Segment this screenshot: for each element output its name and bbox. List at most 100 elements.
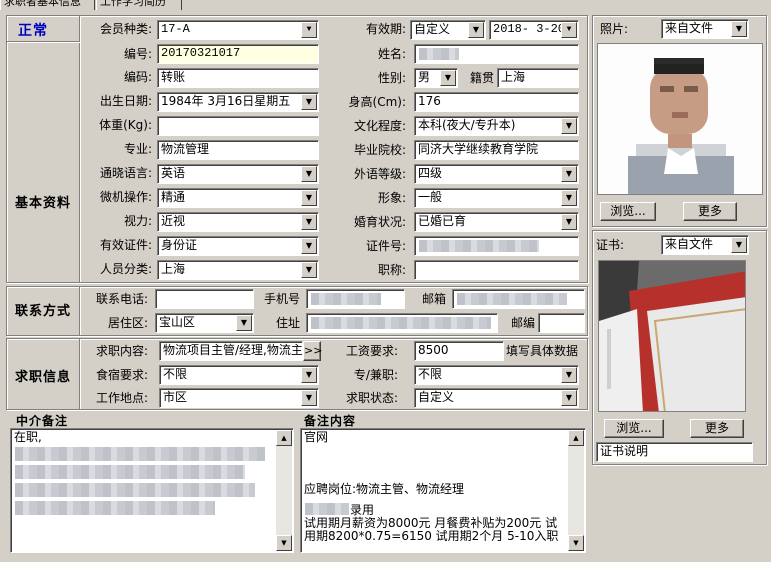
marital-select[interactable]: 已婚已育 ▼ [414, 212, 579, 232]
chevron-down-icon[interactable]: ▼ [301, 166, 317, 182]
language-select[interactable]: 英语 ▼ [157, 164, 319, 184]
scroll-down-icon[interactable]: ▼ [568, 535, 584, 551]
cert-browse-button[interactable]: 浏览... [604, 419, 664, 438]
valid-period-label: 有效期: [365, 22, 406, 36]
cert-note-input[interactable]: 证书说明 [596, 442, 753, 462]
height-label: 身高(Cm): [348, 95, 406, 109]
chevron-down-icon[interactable]: ▼ [561, 390, 577, 406]
job-content-label: 求职内容: [95, 344, 148, 358]
photo-source-select[interactable]: 来自文件 ▼ [661, 19, 749, 39]
location-select[interactable]: 市区 ▼ [159, 388, 319, 408]
agent-notes-text: 在职, [14, 430, 42, 444]
chevron-down-icon[interactable]: ▼ [301, 367, 317, 383]
salary-hint: 填写具体数据 [506, 344, 579, 358]
scroll-down-icon[interactable]: ▼ [276, 535, 292, 551]
education-select[interactable]: 本科(夜大/专升本) ▼ [414, 116, 579, 136]
foreign-level-select[interactable]: 四级 ▼ [414, 164, 579, 184]
category-select[interactable]: 上海 ▼ [157, 260, 319, 280]
chevron-down-icon[interactable]: ▼ [561, 118, 577, 134]
district-label: 居住区: [107, 316, 148, 330]
job-status-select[interactable]: 自定义 ▼ [414, 388, 579, 408]
expand-job-content-button[interactable]: >> [303, 341, 322, 361]
chevron-down-icon[interactable]: ▼ [301, 22, 317, 38]
chevron-down-icon[interactable]: ▼ [440, 70, 456, 86]
chevron-down-icon[interactable]: ▼ [561, 214, 577, 230]
vision-select[interactable]: 近视 ▼ [157, 212, 319, 232]
category-label: 人员分类: [99, 262, 152, 276]
weight-label: 体重(Kg): [99, 118, 152, 132]
valid-date-picker[interactable]: 2018- 3-20 ▼ [489, 20, 579, 40]
phone-label: 联系电话: [95, 292, 148, 306]
marital-label: 婚育状况: [353, 215, 406, 229]
salary-input[interactable]: 8500 [414, 341, 504, 361]
job-content-input[interactable]: 物流项目主管/经理,物流主 [159, 341, 303, 361]
phone-input[interactable] [155, 289, 254, 309]
chevron-down-icon[interactable]: ▼ [301, 190, 317, 206]
tab-resume[interactable]: 工作学习简历 [96, 0, 182, 10]
computer-label: 微机操作: [99, 190, 152, 204]
scroll-up-icon[interactable]: ▲ [276, 430, 292, 446]
birthdate-picker[interactable]: 1984年 3月16日星期五 ▼ [157, 92, 319, 112]
district-select[interactable]: 宝山区 ▼ [155, 313, 254, 333]
tab-bar: 求职者基本信息 工作学习简历 [0, 0, 771, 10]
salary-label: 工资要求: [345, 344, 398, 358]
chevron-down-icon[interactable]: ▼ [301, 214, 317, 230]
photo-more-button[interactable]: 更多 [683, 202, 737, 221]
fulltime-select[interactable]: 不限 ▼ [414, 365, 579, 385]
school-label: 毕业院校: [353, 143, 406, 157]
appearance-select[interactable]: 一般 ▼ [414, 188, 579, 208]
agent-notes-scrollbar[interactable]: ▲ ▼ [276, 430, 292, 551]
address-input[interactable] [306, 313, 498, 333]
number-input[interactable]: 20170321017 [157, 44, 319, 64]
mobile-input[interactable] [306, 289, 405, 309]
notes-line [304, 444, 582, 457]
email-label: 邮箱 [421, 292, 446, 306]
name-label: 姓名: [377, 47, 406, 61]
location-label: 工作地点: [95, 391, 148, 405]
id-type-select[interactable]: 身份证 ▼ [157, 236, 319, 256]
title-input[interactable] [414, 260, 579, 280]
cert-more-button[interactable]: 更多 [690, 419, 744, 438]
chevron-down-icon[interactable]: ▼ [731, 237, 747, 253]
native-input[interactable]: 上海 [497, 68, 579, 88]
gender-select[interactable]: 男 ▼ [414, 68, 458, 88]
member-type-select[interactable]: 17-A ▼ [157, 20, 319, 40]
chevron-down-icon[interactable]: ▼ [561, 22, 577, 38]
notes-scrollbar[interactable]: ▲ ▼ [568, 430, 584, 551]
chevron-down-icon[interactable]: ▼ [468, 22, 484, 38]
lodging-label: 食宿要求: [95, 368, 148, 382]
chevron-down-icon[interactable]: ▼ [561, 190, 577, 206]
chevron-down-icon[interactable]: ▼ [236, 315, 252, 331]
email-input[interactable] [452, 289, 585, 309]
notes-textarea[interactable]: 官网 应聘岗位:物流主管、物流经理 录用 试用期月薪资为8000元 月餐费补贴为… [300, 428, 586, 553]
chevron-down-icon[interactable]: ▼ [731, 21, 747, 37]
chevron-down-icon[interactable]: ▼ [561, 166, 577, 182]
code-input[interactable]: 转账 [157, 68, 319, 88]
height-input[interactable]: 176 [414, 92, 579, 112]
cert-source-select[interactable]: 来自文件 ▼ [661, 235, 749, 255]
scroll-up-icon[interactable]: ▲ [568, 430, 584, 446]
agent-notes-textarea[interactable]: 在职, ▲ ▼ [10, 428, 294, 553]
valid-mode-select[interactable]: 自定义 ▼ [410, 20, 486, 40]
notes-line [304, 457, 582, 470]
birthdate-label: 出生日期: [99, 94, 152, 108]
chevron-down-icon[interactable]: ▼ [301, 238, 317, 254]
lodging-select[interactable]: 不限 ▼ [159, 365, 319, 385]
id-no-input[interactable] [414, 236, 579, 256]
photo-browse-button[interactable]: 浏览... [600, 202, 656, 221]
language-label: 通晓语言: [99, 166, 152, 180]
weight-input[interactable] [157, 116, 319, 136]
id-no-label: 证件号: [365, 239, 406, 253]
computer-select[interactable]: 精通 ▼ [157, 188, 319, 208]
tab-basic-info[interactable]: 求职者基本信息 [0, 0, 95, 10]
chevron-down-icon[interactable]: ▼ [301, 390, 317, 406]
major-input[interactable]: 物流管理 [157, 140, 319, 160]
section-contact-label: 联系方式 [15, 304, 72, 319]
name-input[interactable] [414, 44, 579, 64]
chevron-down-icon[interactable]: ▼ [561, 367, 577, 383]
postcode-input[interactable] [538, 313, 585, 333]
school-input[interactable]: 同济大学继续教育学院 [414, 140, 579, 160]
chevron-down-icon[interactable]: ▼ [301, 262, 317, 278]
chevron-down-icon[interactable]: ▼ [301, 94, 317, 110]
foreign-level-label: 外语等级: [353, 167, 406, 181]
